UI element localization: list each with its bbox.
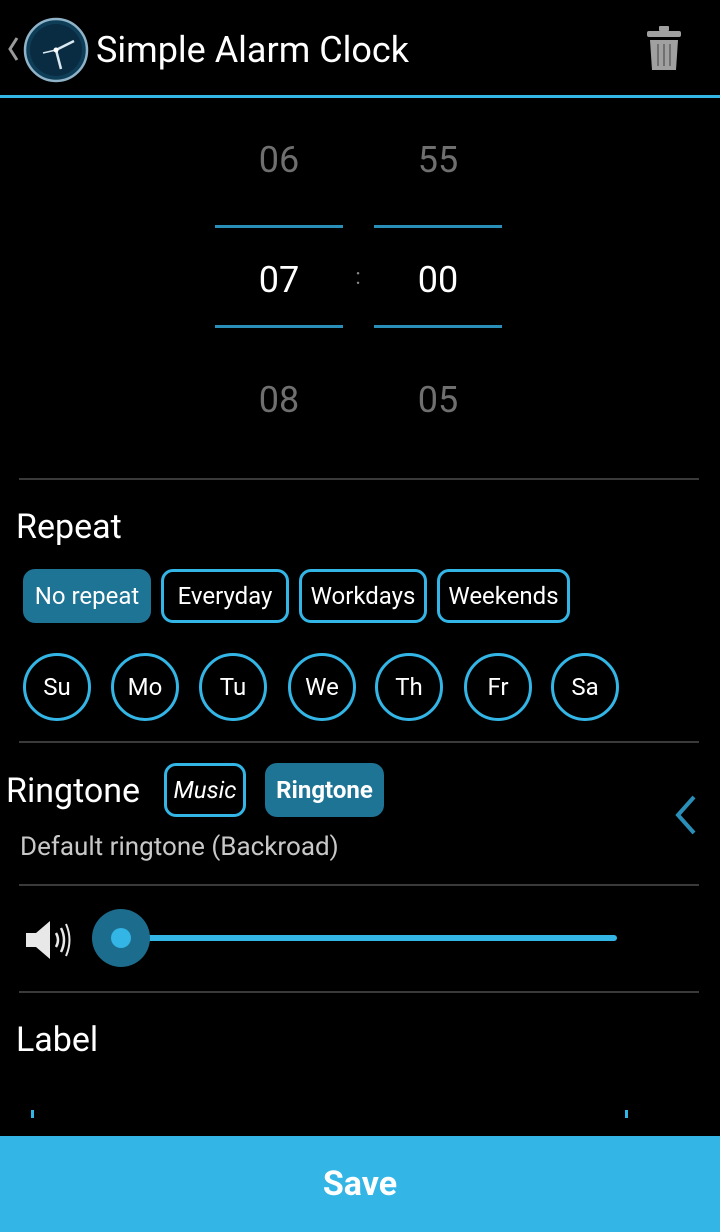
minute-prev[interactable]: 55 bbox=[374, 138, 502, 182]
divider bbox=[19, 884, 699, 886]
hour-current[interactable]: 07 bbox=[215, 258, 343, 302]
selected-ringtone[interactable]: Default ringtone (Backroad) bbox=[20, 830, 339, 864]
minute-selection-top-line bbox=[374, 225, 502, 228]
hour-prev[interactable]: 06 bbox=[215, 138, 343, 182]
repeat-workdays-button[interactable]: Workdays bbox=[299, 569, 427, 623]
action-bar: Simple Alarm Clock bbox=[0, 0, 720, 98]
save-button[interactable]: Save bbox=[0, 1136, 720, 1232]
input-edge-right bbox=[625, 1110, 628, 1118]
speaker-icon bbox=[26, 921, 71, 959]
divider bbox=[19, 741, 699, 743]
repeat-no-repeat-button[interactable]: No repeat bbox=[23, 569, 151, 623]
hour-selection-top-line bbox=[215, 225, 343, 228]
hour-selection-bottom-line bbox=[215, 325, 343, 328]
ringtone-source-ringtone-button[interactable]: Ringtone bbox=[265, 763, 384, 817]
day-saturday-toggle[interactable]: Sa bbox=[551, 653, 619, 721]
divider bbox=[19, 991, 699, 993]
repeat-weekends-button[interactable]: Weekends bbox=[437, 569, 570, 623]
volume-slider-thumb[interactable] bbox=[111, 928, 131, 948]
day-wednesday-toggle[interactable]: We bbox=[288, 653, 356, 721]
volume-slider-track[interactable] bbox=[120, 935, 617, 941]
repeat-everyday-button[interactable]: Everyday bbox=[161, 569, 289, 623]
trash-icon[interactable] bbox=[644, 24, 684, 72]
day-sunday-toggle[interactable]: Su bbox=[23, 653, 91, 721]
day-monday-toggle[interactable]: Mo bbox=[111, 653, 179, 721]
minute-current[interactable]: 00 bbox=[374, 258, 502, 302]
input-edge-left bbox=[31, 1110, 34, 1118]
ringtone-title: Ringtone bbox=[6, 771, 141, 811]
chevron-left-icon[interactable] bbox=[6, 36, 20, 62]
hour-next[interactable]: 08 bbox=[215, 378, 343, 422]
time-separator: : bbox=[355, 265, 361, 290]
divider bbox=[19, 478, 699, 480]
ringtone-source-music-button[interactable]: Music bbox=[164, 763, 246, 817]
day-thursday-toggle[interactable]: Th bbox=[375, 653, 443, 721]
repeat-title: Repeat bbox=[16, 507, 122, 547]
action-bar-divider bbox=[0, 95, 720, 98]
day-tuesday-toggle[interactable]: Tu bbox=[199, 653, 267, 721]
app-title: Simple Alarm Clock bbox=[96, 29, 410, 71]
minute-next[interactable]: 05 bbox=[374, 378, 502, 422]
clock-icon[interactable] bbox=[23, 17, 89, 83]
chevron-left-icon[interactable] bbox=[672, 794, 700, 836]
day-friday-toggle[interactable]: Fr bbox=[464, 653, 532, 721]
minute-selection-bottom-line bbox=[374, 325, 502, 328]
label-input[interactable] bbox=[31, 1106, 628, 1118]
label-title: Label bbox=[16, 1020, 99, 1060]
